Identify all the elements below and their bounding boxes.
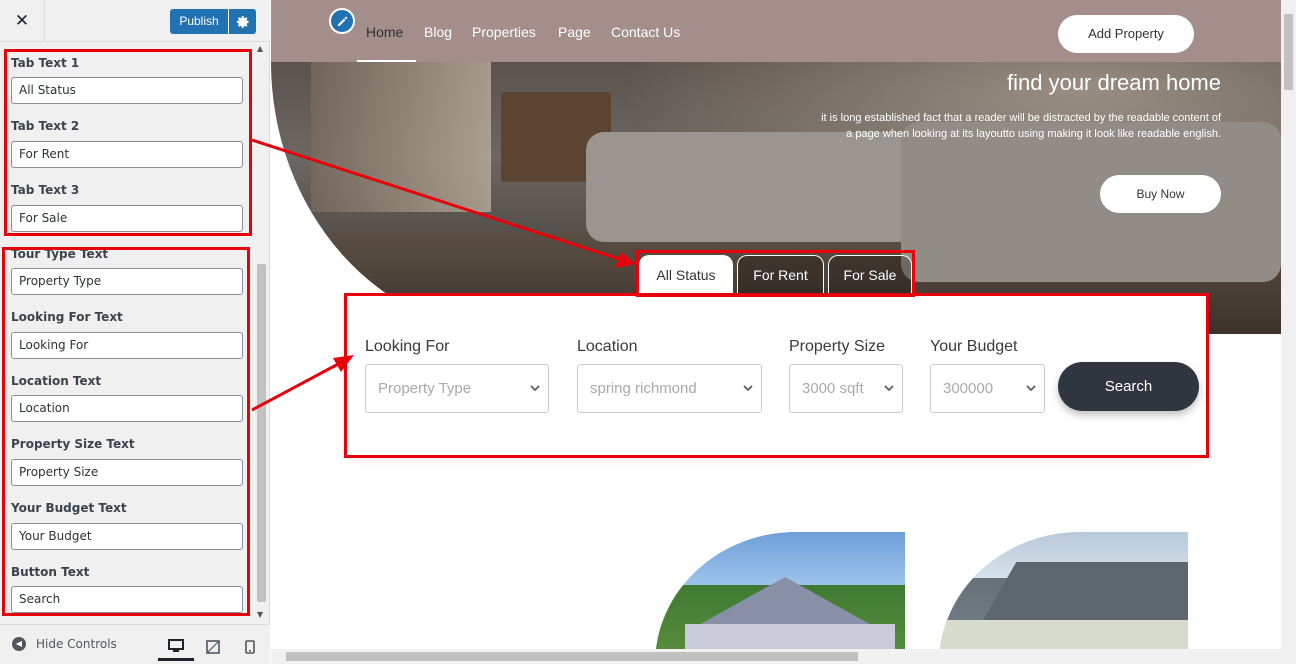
sidebar-header: ✕ Publish — [0, 0, 270, 42]
tablet-preview-button[interactable] — [195, 633, 231, 661]
search-button[interactable]: Search — [1058, 362, 1199, 411]
publish-button[interactable]: Publish — [170, 9, 228, 34]
tab-for-rent[interactable]: For Rent — [737, 255, 824, 293]
hide-controls-button[interactable]: Hide Controls — [36, 637, 117, 651]
budget-value: 300000 — [943, 380, 994, 397]
location-text-label: Location Text — [11, 374, 102, 388]
looking-for-text-input[interactable]: Looking For — [11, 332, 243, 359]
mobile-preview-button[interactable] — [232, 633, 268, 661]
tab-text-2-label: Tab Text 2 — [11, 119, 80, 133]
property-type-select[interactable]: Property Type — [365, 364, 549, 413]
looking-for-label: Looking For — [365, 338, 450, 355]
preview-vertical-scroll-thumb[interactable] — [1284, 14, 1293, 90]
pencil-icon — [338, 16, 348, 26]
button-text-input[interactable]: Search — [11, 586, 243, 613]
tab-for-sale[interactable]: For Sale — [828, 255, 912, 293]
property-size-text-input[interactable]: Property Size — [11, 459, 243, 486]
hero-sofa-image — [586, 132, 916, 242]
location-text-input[interactable]: Location — [11, 395, 243, 422]
chevron-down-icon — [1026, 385, 1036, 392]
add-property-button[interactable]: Add Property — [1058, 15, 1194, 53]
property-size-text-label: Property Size Text — [11, 437, 135, 451]
tablet-icon — [206, 640, 220, 654]
desktop-preview-button[interactable] — [158, 633, 194, 661]
house-roof-shape — [981, 562, 1188, 622]
budget-select[interactable]: 300000 — [930, 364, 1045, 413]
tour-type-text-label: Tour Type Text — [11, 247, 109, 261]
chevron-down-icon — [743, 385, 753, 392]
looking-for-text-label: Looking For Text — [11, 310, 123, 324]
property-size-value: 3000 sqft — [802, 380, 864, 397]
button-text-label: Button Text — [11, 565, 90, 579]
tab-text-1-input[interactable]: All Status — [11, 77, 243, 104]
hero-sofa-image — [901, 122, 1281, 282]
nav-contact-us[interactable]: Contact Us — [611, 24, 680, 40]
tab-text-3-label: Tab Text 3 — [11, 183, 80, 197]
customizer-sidebar: ✕ Publish Tab Text 1 All Status Tab Text… — [0, 0, 270, 664]
house-roof-shape — [695, 577, 875, 627]
preview-vertical-scrollbar[interactable] — [1281, 0, 1296, 664]
gear-icon — [236, 15, 249, 28]
nav-home[interactable]: Home — [366, 24, 403, 40]
your-budget-text-input[interactable]: Your Budget — [11, 523, 243, 550]
close-icon[interactable]: ✕ — [10, 9, 34, 33]
desktop-icon — [168, 638, 184, 652]
property-search-form: Looking For Property Type Location sprin… — [348, 296, 1206, 456]
property-image[interactable] — [939, 532, 1188, 664]
property-size-label: Property Size — [789, 338, 886, 355]
tab-all-status[interactable]: All Status — [639, 255, 733, 293]
scroll-up-arrow-icon[interactable]: ▲ — [257, 44, 263, 53]
chevron-down-icon — [530, 385, 540, 392]
chevron-down-icon — [884, 385, 894, 392]
location-value: spring richmond — [590, 380, 697, 397]
nav-properties[interactable]: Properties — [472, 24, 536, 40]
sidebar-footer: ◀ Hide Controls — [0, 624, 270, 664]
nav-blog[interactable]: Blog — [424, 24, 452, 40]
hero-description: it is long established fact that a reade… — [821, 112, 1221, 140]
tab-text-2-input[interactable]: For Rent — [11, 141, 243, 168]
mobile-icon — [245, 640, 255, 654]
sidebar-scrollbar[interactable] — [257, 264, 266, 602]
site-preview: Home Blog Properties Page Contact Us Add… — [271, 0, 1296, 664]
hide-controls-icon[interactable]: ◀ — [12, 637, 26, 651]
header-divider — [44, 0, 45, 42]
tab-text-3-input[interactable]: For Sale — [11, 205, 243, 232]
tour-type-text-input[interactable]: Property Type — [11, 268, 243, 295]
tab-text-1-label: Tab Text 1 — [11, 56, 80, 70]
property-type-value: Property Type — [378, 380, 472, 397]
hero-title: find your dream home — [1007, 70, 1221, 95]
hero-window-image — [311, 62, 491, 212]
property-size-select[interactable]: 3000 sqft — [789, 364, 903, 413]
publish-settings-button[interactable] — [229, 9, 256, 34]
location-label: Location — [577, 338, 638, 355]
scroll-down-arrow-icon[interactable]: ▼ — [257, 610, 263, 619]
property-image[interactable] — [655, 532, 905, 664]
edit-shortcut-button[interactable] — [329, 8, 355, 34]
preview-horizontal-scroll-thumb[interactable] — [286, 652, 858, 661]
location-select[interactable]: spring richmond — [577, 364, 762, 413]
your-budget-text-label: Your Budget Text — [11, 501, 127, 515]
nav-page[interactable]: Page — [558, 24, 591, 40]
site-navbar: Home Blog Properties Page Contact Us Add… — [271, 0, 1281, 62]
buy-now-button[interactable]: Buy Now — [1100, 175, 1221, 213]
your-budget-label: Your Budget — [930, 338, 1018, 355]
